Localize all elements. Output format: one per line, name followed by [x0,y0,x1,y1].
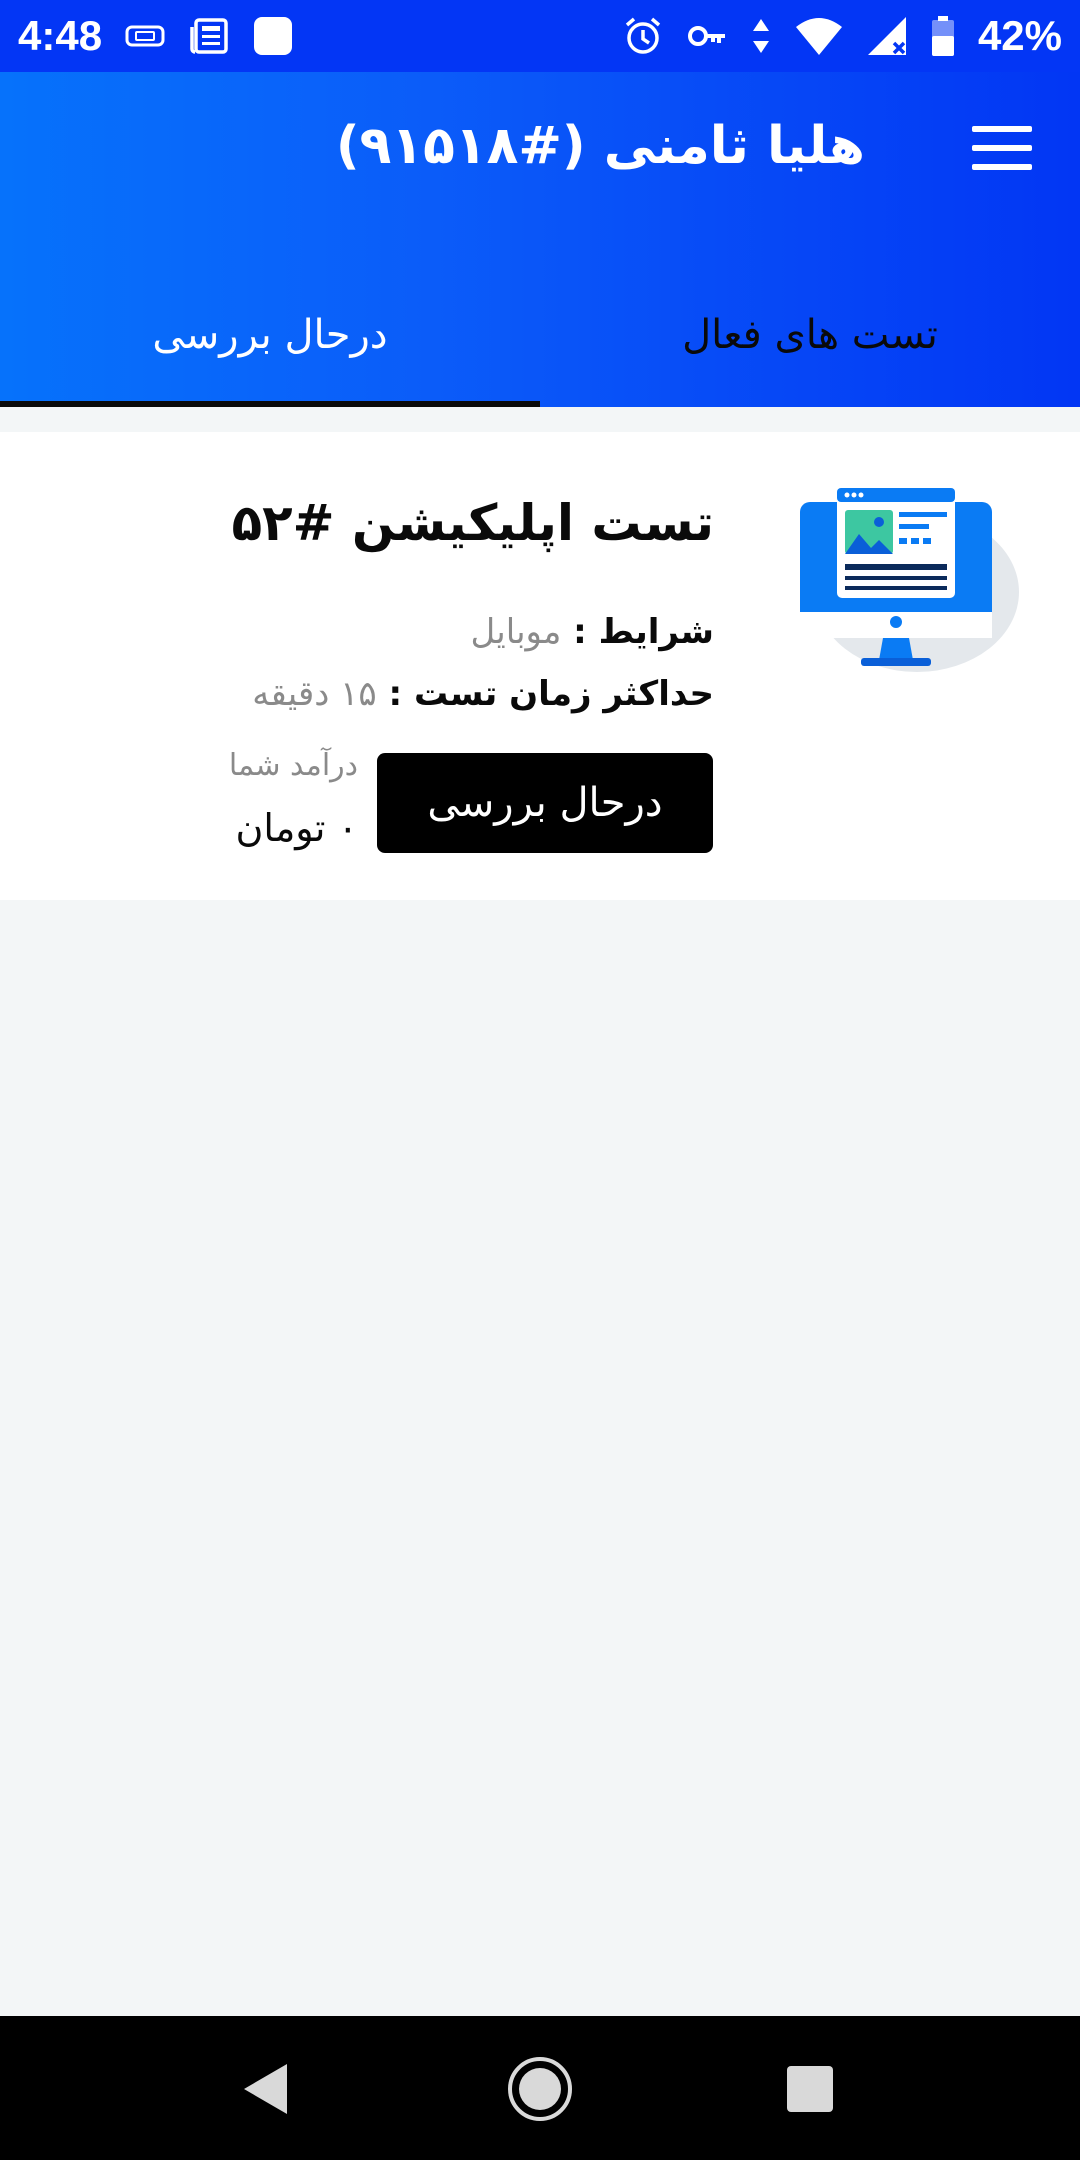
wifi-icon [794,15,844,57]
status-bar: 4:48 42% [0,0,1080,72]
max-time-label: حداکثر زمان تست : [376,674,714,714]
data-arrows-icon [750,15,772,57]
sim-card-icon [124,15,166,57]
tab-indicator [0,401,540,407]
alarm-icon [622,15,664,57]
screen: 4:48 42% هلیا ثامنی (#۹۱۵۱۸) تست های فعا… [0,0,1080,2160]
recents-icon[interactable] [775,2054,845,2124]
max-time-row: حداکثر زمان تست : ۱۵ دقیقه [252,674,714,714]
navigation-bar [0,2016,1080,2160]
card-title: تست اپلیکیشن #۵۲ [231,494,714,552]
vpn-key-icon [686,15,728,57]
income-label: درآمد شما [228,748,358,783]
battery-icon [930,15,956,57]
app-square-icon [252,15,294,57]
conditions-value: موبایل [470,612,562,652]
max-time-value: ۱۵ دقیقه [252,674,377,714]
home-icon[interactable] [505,2054,575,2124]
status-time: 4:48 [18,12,103,59]
test-card[interactable]: تست اپلیکیشن #۵۲ شرایط : موبایل حداکثر ز… [0,432,1080,900]
tab-under-review[interactable]: درحال بررسی [0,290,540,402]
news-icon [188,15,230,57]
desktop-monitor-icon [795,482,1020,687]
battery-percent: 42% [977,12,1062,59]
under-review-button[interactable]: درحال بررسی [377,753,713,853]
conditions-label: شرایط : [561,612,714,652]
hamburger-menu-icon[interactable] [964,116,1040,180]
signal-icon [866,15,908,57]
app-header: هلیا ثامنی (#۹۱۵۱۸) تست های فعال درحال ب… [0,72,1080,407]
tab-active-tests[interactable]: تست های فعال [540,290,1080,402]
conditions-row: شرایط : موبایل [471,612,715,652]
back-icon[interactable] [232,2054,302,2124]
income-value: ۰ تومان [235,806,358,850]
page-title: هلیا ثامنی (#۹۱۵۱۸) [335,116,865,176]
